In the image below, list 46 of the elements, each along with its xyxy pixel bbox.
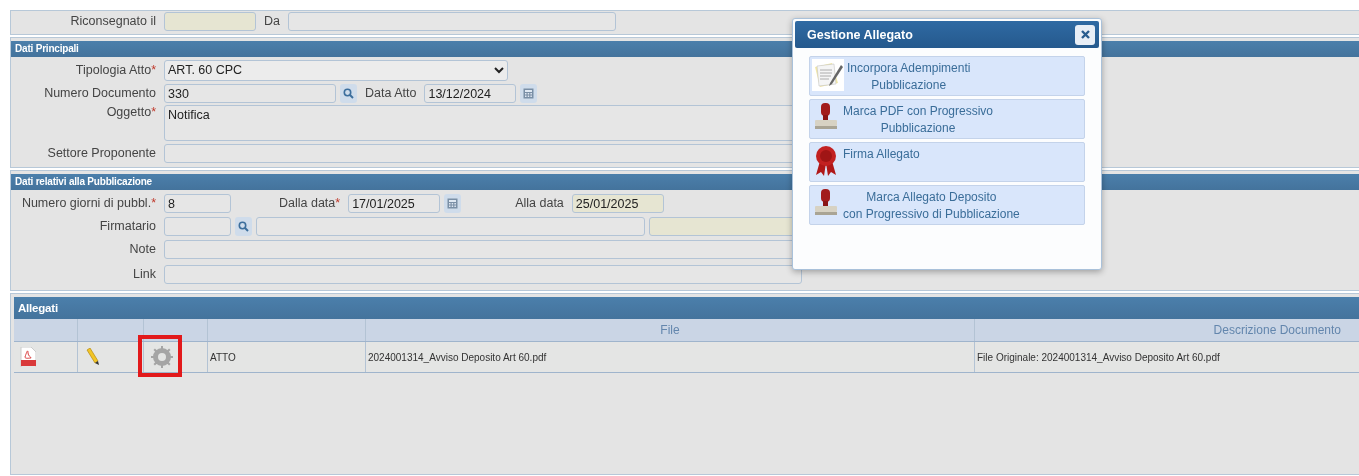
field-label: Numero giorni di pubbl.* <box>20 196 156 210</box>
stamp-icon <box>812 102 840 132</box>
field-label: Data Atto <box>365 86 417 100</box>
dialog-title: Gestione Allegato <box>807 27 913 42</box>
field-label: Riconsegnato il <box>69 14 156 28</box>
date-field[interactable]: 25/01/2025 <box>571 193 664 213</box>
section-header: Allegati <box>14 297 1359 319</box>
calendar-button[interactable] <box>520 83 538 103</box>
field-label: Oggetto* <box>105 105 156 119</box>
field-label: Link <box>132 267 156 281</box>
select-field[interactable]: ART. 60 CPC <box>164 59 508 81</box>
date-field[interactable] <box>164 11 256 31</box>
pencil-icon[interactable] <box>86 348 100 366</box>
stamp-icon <box>812 188 840 218</box>
table-cell: 2024001314_Avviso Deposito Art 60.pdf <box>366 342 975 372</box>
menu-item[interactable]: Marca PDF con Progressivo Pubblicazione <box>809 99 1085 139</box>
table-cell-text: File Originale: 2024001314_Avviso Deposito Art 60.pdf <box>976 350 1221 365</box>
field-label: Numero Documento <box>43 86 156 100</box>
menu-item[interactable]: Firma Allegato <box>809 142 1085 182</box>
close-button[interactable] <box>1075 24 1095 45</box>
table-cell: ATTO <box>208 342 366 372</box>
close-icon <box>1080 30 1090 39</box>
field-label: Firmatario <box>98 219 156 233</box>
calendar-button[interactable] <box>444 193 462 213</box>
field-label: Dalla data* <box>279 196 341 210</box>
field-label: Alla data <box>515 196 564 210</box>
search-button[interactable] <box>340 83 357 103</box>
input-field[interactable] <box>164 264 802 284</box>
input-field[interactable]: 330 <box>164 83 336 103</box>
field-label: Da <box>264 14 280 28</box>
date-field[interactable]: 13/12/2024 <box>424 83 517 103</box>
document-icon <box>812 59 844 91</box>
gear-icon[interactable] <box>150 345 174 369</box>
search-button[interactable] <box>235 216 252 236</box>
input-field[interactable] <box>164 216 231 236</box>
field-label: Tipologia Atto* <box>74 63 156 77</box>
pdf-file-icon[interactable] <box>20 347 36 367</box>
field-label: Note <box>128 242 156 256</box>
chevron-icon <box>494 66 504 74</box>
menu-item[interactable]: Incorpora Adempimenti Pubblicazione <box>809 56 1085 96</box>
date-field[interactable]: 17/01/2025 <box>348 193 441 213</box>
input-field[interactable]: 8 <box>164 193 231 213</box>
field-label: Settore Proponente <box>46 146 156 160</box>
menu-item[interactable]: Marca Allegato Deposito con Progressivo di Pubblicazione <box>809 185 1085 225</box>
input-field[interactable] <box>256 216 645 236</box>
input-field[interactable] <box>288 11 616 31</box>
